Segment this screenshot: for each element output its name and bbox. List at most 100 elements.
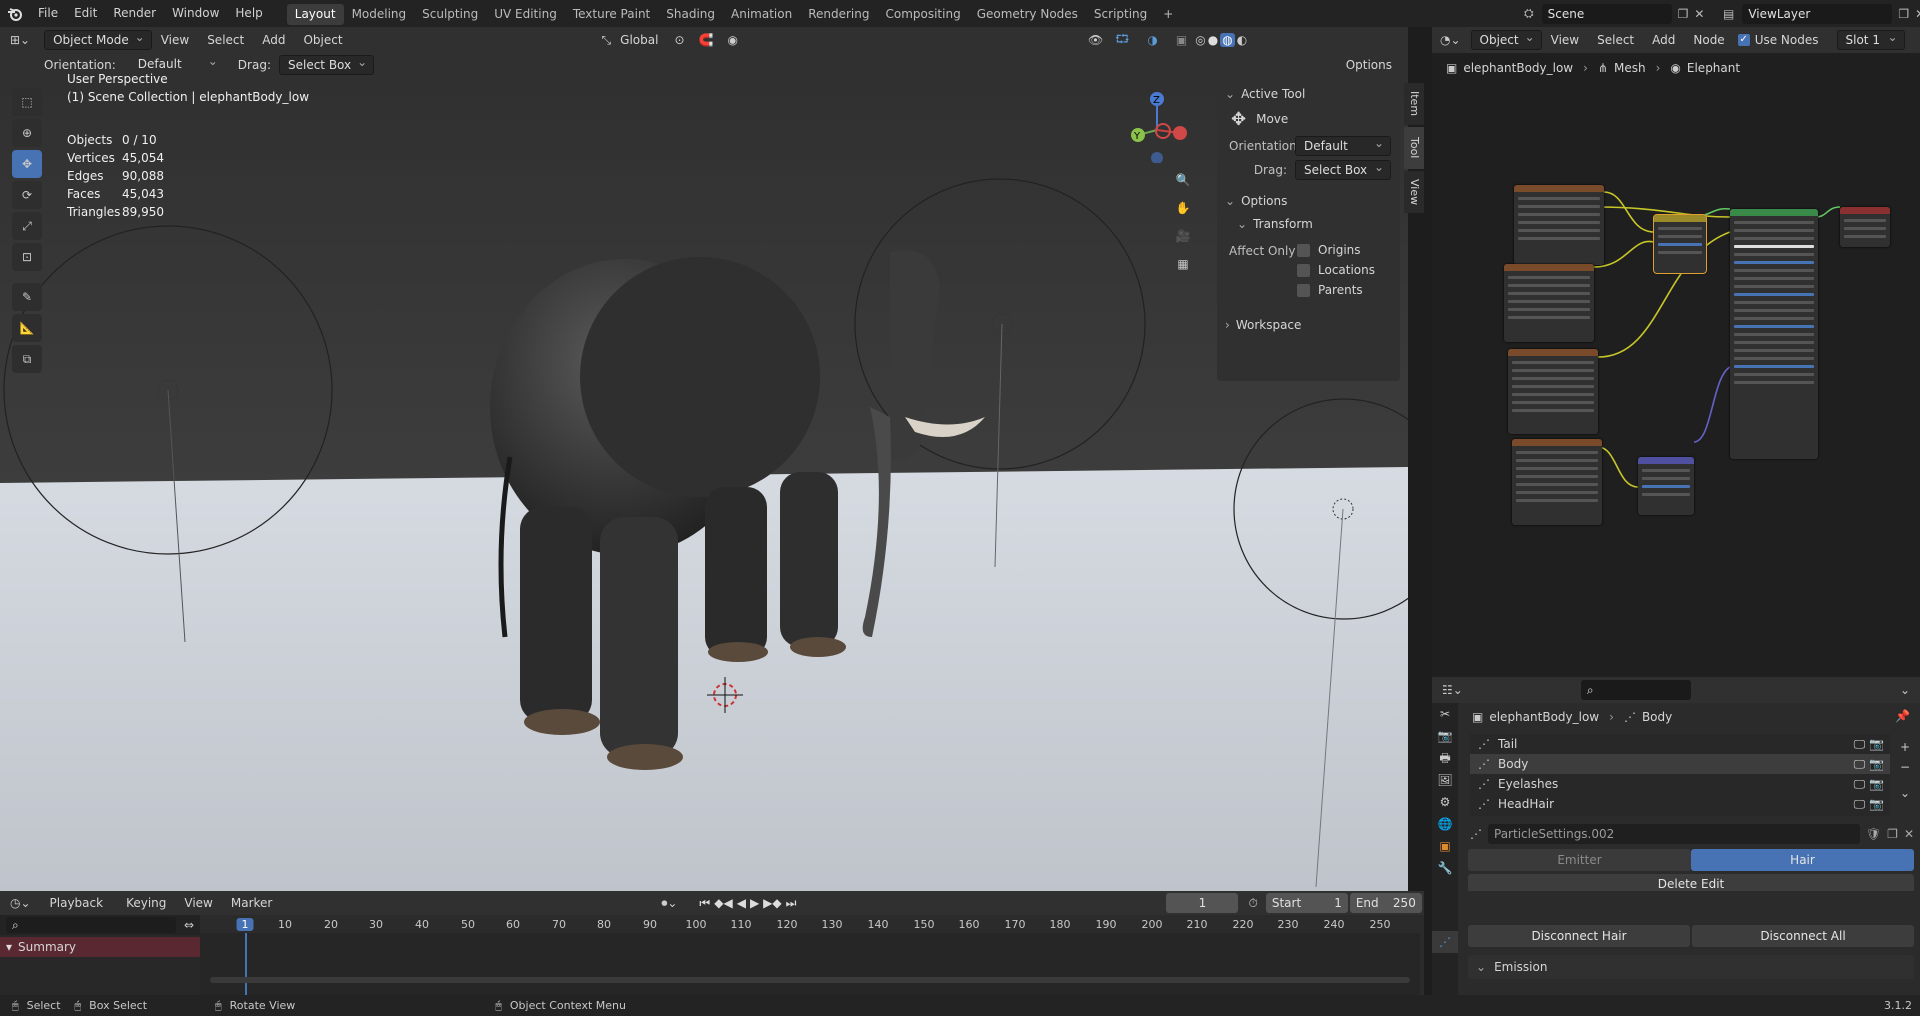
- menu-file[interactable]: File: [30, 0, 66, 27]
- workspace-panel-header[interactable]: › Workspace: [1217, 313, 1400, 337]
- viewport-menu-add[interactable]: Add: [253, 33, 294, 47]
- particles-tab-icon[interactable]: ⋰: [1432, 931, 1458, 953]
- properties-editor-type-icon[interactable]: ☷⌄: [1442, 683, 1463, 697]
- active-tool-row[interactable]: ✥ Move: [1217, 105, 1400, 133]
- workspace-tab-geometry-nodes[interactable]: Geometry Nodes: [969, 4, 1086, 25]
- show-viewport-icon[interactable]: 🖵 📷: [1854, 777, 1884, 792]
- annotate-tool-icon[interactable]: ✎: [12, 283, 42, 311]
- viewport-area[interactable]: ⊞⌄ Object Mode View Select Add Object ⤡ …: [0, 27, 1408, 891]
- type-emitter-button[interactable]: Emitter: [1468, 849, 1691, 871]
- visibility-icon[interactable]: 👁: [1088, 33, 1103, 47]
- material-slot-dropdown[interactable]: Slot 1: [1836, 28, 1905, 50]
- transform-tool-icon[interactable]: ⊡: [12, 243, 42, 271]
- fake-user-icon[interactable]: 🛡: [1866, 827, 1881, 841]
- list-item[interactable]: ⋰ Eyelashes 🖵 📷: [1470, 774, 1890, 794]
- summary-channel[interactable]: ▾ Summary: [0, 937, 200, 957]
- breadcrumb-mesh[interactable]: Mesh: [1614, 61, 1646, 75]
- node-menu-add[interactable]: Add: [1643, 33, 1684, 47]
- transform-orientation-dropdown[interactable]: Global: [611, 33, 674, 47]
- menu-window[interactable]: Window: [164, 0, 227, 27]
- jump-start-icon[interactable]: ⏮: [699, 896, 710, 911]
- jump-keyframe-forward-icon[interactable]: ▶◆: [763, 896, 781, 910]
- use-nodes-checkbox[interactable]: ✓: [1737, 34, 1750, 46]
- active-tool-panel-header[interactable]: ⌄ Active Tool: [1217, 83, 1400, 105]
- viewport-menu-object[interactable]: Object: [294, 33, 351, 47]
- workspace-tab-texture-paint[interactable]: Texture Paint: [565, 4, 658, 25]
- list-item[interactable]: ⋰ Tail 🖵 📷: [1470, 734, 1890, 754]
- timeline-menu-keying[interactable]: Keying: [117, 896, 175, 910]
- shading-solid-icon[interactable]: ●: [1208, 33, 1218, 47]
- emission-panel-header[interactable]: ⌄ Emission: [1468, 955, 1914, 979]
- workspace-tab-uv-editing[interactable]: UV Editing: [486, 4, 565, 25]
- tool-options-button[interactable]: Options: [1346, 58, 1392, 72]
- type-hair-button[interactable]: Hair: [1691, 849, 1914, 871]
- show-viewport-icon[interactable]: 🖵 📷: [1854, 757, 1884, 772]
- frame-end-field[interactable]: End 250: [1349, 893, 1422, 913]
- disconnect-hair-button[interactable]: Disconnect Hair: [1468, 925, 1690, 947]
- particle-settings-name-field[interactable]: ParticleSettings.002: [1488, 824, 1860, 844]
- npanel-orientation-dropdown[interactable]: Default: [1295, 134, 1391, 156]
- mode-dropdown[interactable]: Object Mode: [44, 28, 152, 50]
- snap-icon[interactable]: 🧲: [699, 33, 714, 47]
- timeline-menu-playback[interactable]: Playback: [41, 896, 118, 910]
- transform-subpanel-header[interactable]: ⌄ Transform: [1217, 213, 1400, 235]
- workspace-tab-layout[interactable]: Layout: [286, 4, 344, 25]
- workspace-tab-modeling[interactable]: Modeling: [344, 4, 415, 25]
- breadcrumb-material[interactable]: Elephant: [1687, 61, 1740, 75]
- add-particle-icon[interactable]: +: [1896, 737, 1914, 757]
- scene-close-icon[interactable]: ✕: [1694, 7, 1704, 21]
- select-box-tool-icon[interactable]: ⬚: [12, 88, 42, 116]
- normal-map-node[interactable]: [1638, 457, 1694, 515]
- swap-icon[interactable]: ⇔: [184, 918, 194, 932]
- affect-origins-checkbox[interactable]: Origins: [1297, 243, 1361, 257]
- scene-selector[interactable]: ⛭ Scene ❐ ✕: [1524, 3, 1704, 24]
- unlink-icon[interactable]: ✕: [1904, 827, 1914, 841]
- play-icon[interactable]: ▶: [750, 896, 759, 910]
- modifier-tab-icon[interactable]: 🔧: [1432, 857, 1458, 879]
- image-texture-node-normal[interactable]: [1512, 439, 1602, 525]
- tool-tab-icon[interactable]: ✂: [1432, 703, 1458, 725]
- add-workspace-icon[interactable]: +: [1155, 4, 1181, 25]
- scale-tool-icon[interactable]: ⤢: [12, 212, 42, 240]
- play-reverse-icon[interactable]: ◀: [737, 896, 746, 910]
- properties-options-icon[interactable]: ⌄: [1900, 683, 1910, 697]
- affect-parents-checkbox[interactable]: Parents: [1297, 283, 1363, 297]
- tab-view[interactable]: View: [1404, 171, 1424, 213]
- workspace-tab-animation[interactable]: Animation: [723, 4, 800, 25]
- node-editor-type-icon[interactable]: ◔⌄: [1440, 33, 1461, 47]
- world-tab-icon[interactable]: 🌐: [1432, 813, 1458, 835]
- rotate-tool-icon[interactable]: ⟳: [12, 181, 42, 209]
- perspective-grid-icon[interactable]: ▦: [1172, 253, 1194, 275]
- navigation-gizmo[interactable]: Z Y: [1120, 83, 1190, 164]
- pivot-icon[interactable]: ⊙: [674, 33, 684, 47]
- viewlayer-close-icon[interactable]: ✕: [1915, 7, 1920, 21]
- timeline-menu-marker[interactable]: Marker: [222, 896, 281, 910]
- shading-material-icon[interactable]: ◍: [1220, 33, 1235, 47]
- channel-search-field[interactable]: ⌕: [6, 917, 176, 933]
- shader-type-dropdown[interactable]: Object: [1470, 28, 1542, 50]
- tab-item[interactable]: Item: [1404, 83, 1424, 125]
- view-layer-tab-icon[interactable]: 🖼: [1432, 769, 1458, 791]
- scene-tab-icon[interactable]: ⚙: [1432, 791, 1458, 813]
- xray-toggle-icon[interactable]: ▣: [1176, 33, 1187, 47]
- show-viewport-icon[interactable]: 🖵 📷: [1854, 797, 1884, 812]
- node-editor-area[interactable]: ◔⌄ Object View Select Add Node ✓ Use Nod…: [1432, 27, 1920, 677]
- render-tab-icon[interactable]: 📷: [1432, 725, 1458, 747]
- scene-name-field[interactable]: Scene: [1541, 3, 1672, 24]
- viewlayer-duplicate-icon[interactable]: ❐: [1898, 7, 1909, 21]
- menu-render[interactable]: Render: [105, 0, 164, 27]
- show-viewport-icon[interactable]: 🖵 📷: [1854, 737, 1884, 752]
- measure-tool-icon[interactable]: 📐: [12, 314, 42, 342]
- shading-rendered-icon[interactable]: ◐: [1237, 33, 1247, 47]
- workspace-tab-rendering[interactable]: Rendering: [800, 4, 877, 25]
- editor-type-icon[interactable]: ⊞⌄: [10, 33, 30, 47]
- workspace-tab-compositing[interactable]: Compositing: [877, 4, 968, 25]
- mix-node[interactable]: [1653, 214, 1707, 274]
- properties-search-field[interactable]: ⌕: [1580, 680, 1691, 700]
- shading-wireframe-icon[interactable]: ◎: [1195, 33, 1205, 47]
- viewlayer-selector[interactable]: ▤ ViewLayer ❐ ✕: [1723, 3, 1920, 24]
- workspace-tab-shading[interactable]: Shading: [658, 4, 723, 25]
- list-item[interactable]: ⋰ Body 🖵 📷: [1470, 754, 1890, 774]
- tab-tool[interactable]: Tool: [1404, 127, 1424, 169]
- timeline-ruler[interactable]: 1 10 20 30 40 50 60 70 80 90 100 110 120…: [210, 915, 1410, 933]
